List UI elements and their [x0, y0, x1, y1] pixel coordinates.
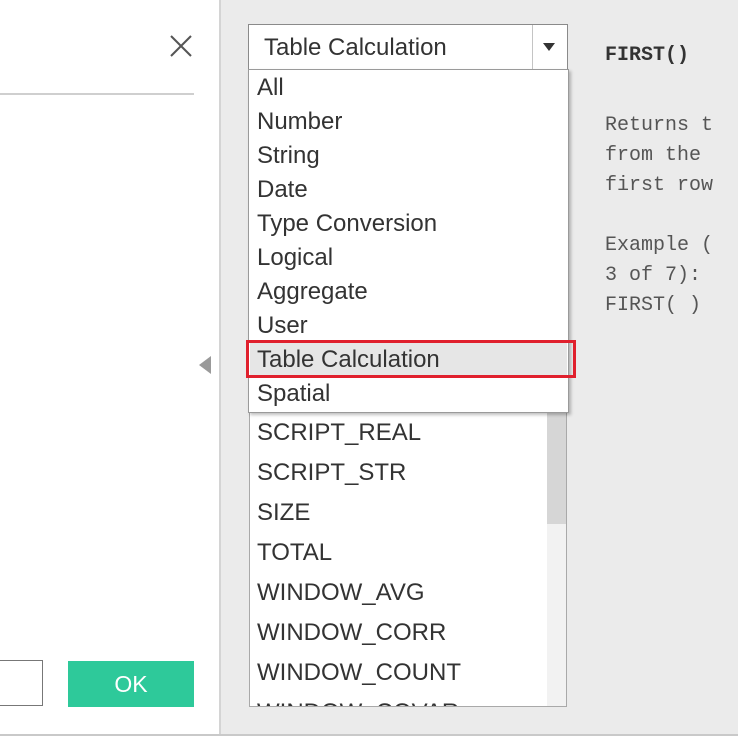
- function-item[interactable]: WINDOW_AVG: [257, 579, 425, 607]
- ok-button[interactable]: OK: [68, 661, 194, 707]
- function-category-select[interactable]: Table Calculation: [248, 24, 568, 71]
- selected-category: Table Calculation: [264, 34, 447, 61]
- select-separator: [532, 25, 533, 70]
- category-option-number[interactable]: Number: [250, 105, 567, 139]
- function-signature: FIRST(): [605, 44, 690, 67]
- function-list[interactable]: SCRIPT_REAL SCRIPT_STR SIZE TOTAL WINDOW…: [249, 410, 567, 707]
- help-line: from the: [605, 144, 702, 167]
- category-option-all[interactable]: All: [250, 71, 567, 105]
- category-option-type-conversion[interactable]: Type Conversion: [250, 207, 567, 241]
- category-option-string[interactable]: String: [250, 139, 567, 173]
- category-option-spatial[interactable]: Spatial: [250, 377, 567, 411]
- calculation-editor-panel: OK: [0, 0, 219, 734]
- help-line: Returns t: [605, 114, 714, 137]
- function-item[interactable]: SCRIPT_STR: [257, 459, 406, 487]
- category-option-date[interactable]: Date: [250, 173, 567, 207]
- help-line: first row: [605, 174, 714, 197]
- apply-button[interactable]: [0, 660, 43, 706]
- function-item[interactable]: SCRIPT_REAL: [257, 419, 421, 447]
- scrollbar-thumb[interactable]: [547, 411, 566, 524]
- divider: [0, 734, 738, 736]
- function-item[interactable]: WINDOW_COUNT: [257, 659, 461, 687]
- divider: [0, 93, 194, 95]
- help-line: 3 of 7):: [605, 264, 702, 287]
- close-icon: [170, 35, 192, 57]
- function-item[interactable]: SIZE: [257, 499, 310, 527]
- category-option-logical[interactable]: Logical: [250, 241, 567, 275]
- category-option-aggregate[interactable]: Aggregate: [250, 275, 567, 309]
- function-item[interactable]: TOTAL: [257, 539, 332, 567]
- selection-highlight-box: [246, 340, 576, 378]
- help-line: Example (: [605, 234, 714, 257]
- close-button[interactable]: [168, 32, 194, 60]
- function-help: FIRST() Returns t from the first row Exa…: [605, 44, 738, 324]
- category-option-user[interactable]: User: [250, 309, 567, 343]
- chevron-down-icon[interactable]: [543, 43, 555, 51]
- function-item[interactable]: WINDOW_CORR: [257, 619, 446, 647]
- collapse-panel-icon[interactable]: [199, 356, 211, 374]
- function-item[interactable]: WINDOW_COVAR: [257, 699, 459, 706]
- help-line: FIRST( ): [605, 294, 702, 317]
